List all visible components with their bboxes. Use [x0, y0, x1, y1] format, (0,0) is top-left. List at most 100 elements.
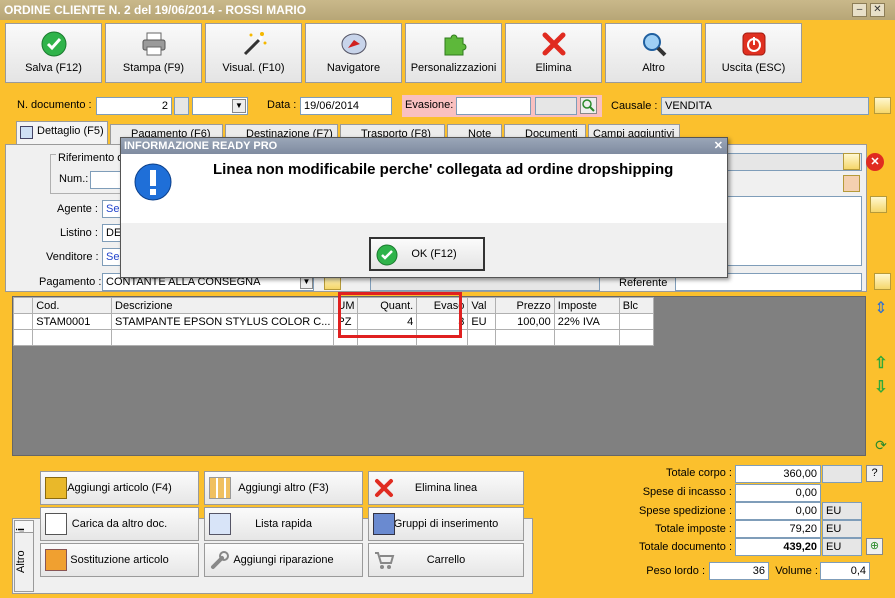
ndoc-input[interactable]: 2: [96, 97, 172, 115]
side-tab-altro[interactable]: Altro: [14, 532, 34, 592]
causale-folder-icon[interactable]: [874, 97, 891, 114]
riferimento-label: Riferimento o: [56, 152, 126, 164]
spese-spedizione-value[interactable]: 0,00: [735, 502, 821, 520]
print-button[interactable]: Stampa (F9): [105, 23, 202, 83]
evasione-extra-input[interactable]: [535, 97, 577, 115]
close-icon[interactable]: ✕: [870, 3, 885, 17]
col-val[interactable]: Val: [467, 297, 496, 314]
save-button[interactable]: Salva (F12): [5, 23, 102, 83]
exit-button[interactable]: Uscita (ESC): [705, 23, 802, 83]
referente-folder-icon[interactable]: [874, 273, 891, 290]
quick-list-label: Lista rapida: [255, 518, 312, 530]
ndoc-suffix-button[interactable]: [174, 97, 189, 115]
cell-descrizione[interactable]: STAMPANTE EPSON STYLUS COLOR C...: [111, 313, 335, 330]
move-up-icon[interactable]: ⇧: [872, 353, 890, 372]
totale-corpo-label: Totale corpo :: [665, 467, 732, 479]
magnifier-icon: [642, 33, 666, 57]
other-button[interactable]: Altro: [605, 23, 702, 83]
check-icon: [41, 31, 66, 57]
help-button[interactable]: ?: [866, 465, 883, 482]
evasione-label: Evasione:: [405, 99, 454, 111]
add-article-label: Aggiungi articolo (F4): [67, 482, 172, 494]
chevron-down-icon[interactable]: ▼: [232, 99, 246, 113]
cell-prezzo[interactable]: 100,00: [494, 313, 555, 330]
add-article-button[interactable]: Aggiungi articolo (F4): [40, 471, 199, 505]
cell-val[interactable]: EU: [467, 313, 496, 330]
spese-incasso-label: Spese di incasso :: [642, 486, 732, 498]
customize-button[interactable]: Personalizzazioni: [405, 23, 502, 83]
totale-imposte-valuta: EU: [822, 520, 862, 538]
customer-detail-icon[interactable]: [843, 175, 860, 192]
refresh-icon[interactable]: ⟳: [872, 437, 890, 455]
load-doc-icon: [45, 513, 67, 535]
load-from-doc-label: Carica da altro doc.: [71, 518, 168, 530]
customer-clear-icon[interactable]: ✕: [866, 153, 884, 171]
other-label: Altro: [642, 62, 665, 74]
save-label: Salva (F12): [25, 62, 82, 74]
col-blc[interactable]: Blc: [618, 297, 655, 314]
navigator-button[interactable]: Navigatore: [305, 23, 402, 83]
move-down-icon[interactable]: ⇩: [872, 377, 890, 396]
venditore-label: Venditore :: [46, 251, 99, 263]
customer-folder-icon[interactable]: [843, 153, 860, 170]
address-folder-icon[interactable]: [870, 196, 887, 213]
rows-table: Cod. Descrizione UM Quant. Evaso Val Pre…: [12, 297, 655, 346]
col-prezzo[interactable]: Prezzo: [494, 297, 555, 314]
evasione-search-icon[interactable]: [580, 97, 597, 114]
causale-input[interactable]: VENDITA: [661, 97, 869, 115]
listino-label: Listino :: [60, 227, 98, 239]
totale-documento-valuta: EU: [822, 538, 862, 556]
detail-icon: [20, 126, 33, 139]
power-icon: [742, 32, 765, 56]
add-repair-button[interactable]: Aggiungi riparazione: [204, 543, 363, 577]
cart-button[interactable]: Carrello: [368, 543, 524, 577]
row-selector-header: [12, 297, 34, 314]
add-other-label: Aggiungi altro (F3): [238, 482, 329, 494]
cell-imposte[interactable]: 22% IVA: [553, 313, 620, 330]
spese-spedizione-valuta: EU: [822, 502, 862, 520]
pagamento-label: Pagamento :: [39, 276, 102, 288]
insert-groups-button[interactable]: Gruppi di inserimento: [368, 507, 524, 541]
peso-label: Peso lordo :: [646, 565, 705, 577]
replace-article-button[interactable]: Sostituzione articolo: [40, 543, 199, 577]
cell-cod[interactable]: STAM0001: [32, 313, 113, 330]
col-descrizione[interactable]: Descrizione: [111, 297, 335, 314]
add-grid-icon: [209, 477, 231, 499]
row-selector[interactable]: [12, 313, 34, 330]
cart-label: Carrello: [426, 554, 466, 566]
quick-list-button[interactable]: Lista rapida: [204, 507, 363, 541]
load-from-doc-button[interactable]: Carica da altro doc.: [40, 507, 199, 541]
customize-label: Personalizzazioni: [410, 62, 497, 74]
spese-spedizione-label: Spese spedizione :: [639, 505, 732, 517]
evasione-date-input[interactable]: [456, 97, 531, 115]
tab-dettaglio[interactable]: Dettaglio (F5): [16, 121, 108, 145]
scroll-arrow-icon[interactable]: ⇕: [872, 298, 890, 317]
customer-input[interactable]: [727, 153, 862, 171]
minimize-icon[interactable]: –: [852, 3, 867, 17]
col-cod[interactable]: Cod.: [32, 297, 113, 314]
cell-blc[interactable]: [618, 313, 655, 330]
tab-dettaglio-label: Dettaglio (F5): [37, 125, 104, 137]
table-row[interactable]: STAM0001 STAMPANTE EPSON STYLUS COLOR C.…: [12, 313, 655, 330]
col-imposte[interactable]: Imposte: [553, 297, 620, 314]
quick-list-icon: [209, 513, 231, 535]
insert-groups-label: Gruppi di inserimento: [393, 518, 499, 530]
add-other-button[interactable]: Aggiungi altro (F3): [204, 471, 363, 505]
peso-value[interactable]: 36: [709, 562, 769, 580]
dialog-title: INFORMAZIONE READY PRO: [121, 138, 727, 154]
add-repair-label: Aggiungi riparazione: [233, 554, 334, 566]
visual-button[interactable]: Visual. (F10): [205, 23, 302, 83]
delete-button[interactable]: Elimina: [505, 23, 602, 83]
totale-corpo-extra: [822, 465, 862, 483]
volume-value[interactable]: 0,4: [820, 562, 870, 580]
printer-icon: [142, 32, 165, 56]
ok-button[interactable]: OK (F12): [369, 237, 485, 271]
delete-line-button[interactable]: Elimina linea: [368, 471, 524, 505]
dialog-close-icon[interactable]: ✕: [714, 139, 723, 152]
highlight-box: [338, 292, 462, 338]
table-row-empty[interactable]: [12, 329, 655, 346]
compass-icon: [341, 33, 366, 55]
zoom-icon[interactable]: ⊕: [866, 538, 883, 555]
date-input[interactable]: 19/06/2014: [300, 97, 392, 115]
spese-incasso-value[interactable]: 0,00: [735, 484, 821, 502]
